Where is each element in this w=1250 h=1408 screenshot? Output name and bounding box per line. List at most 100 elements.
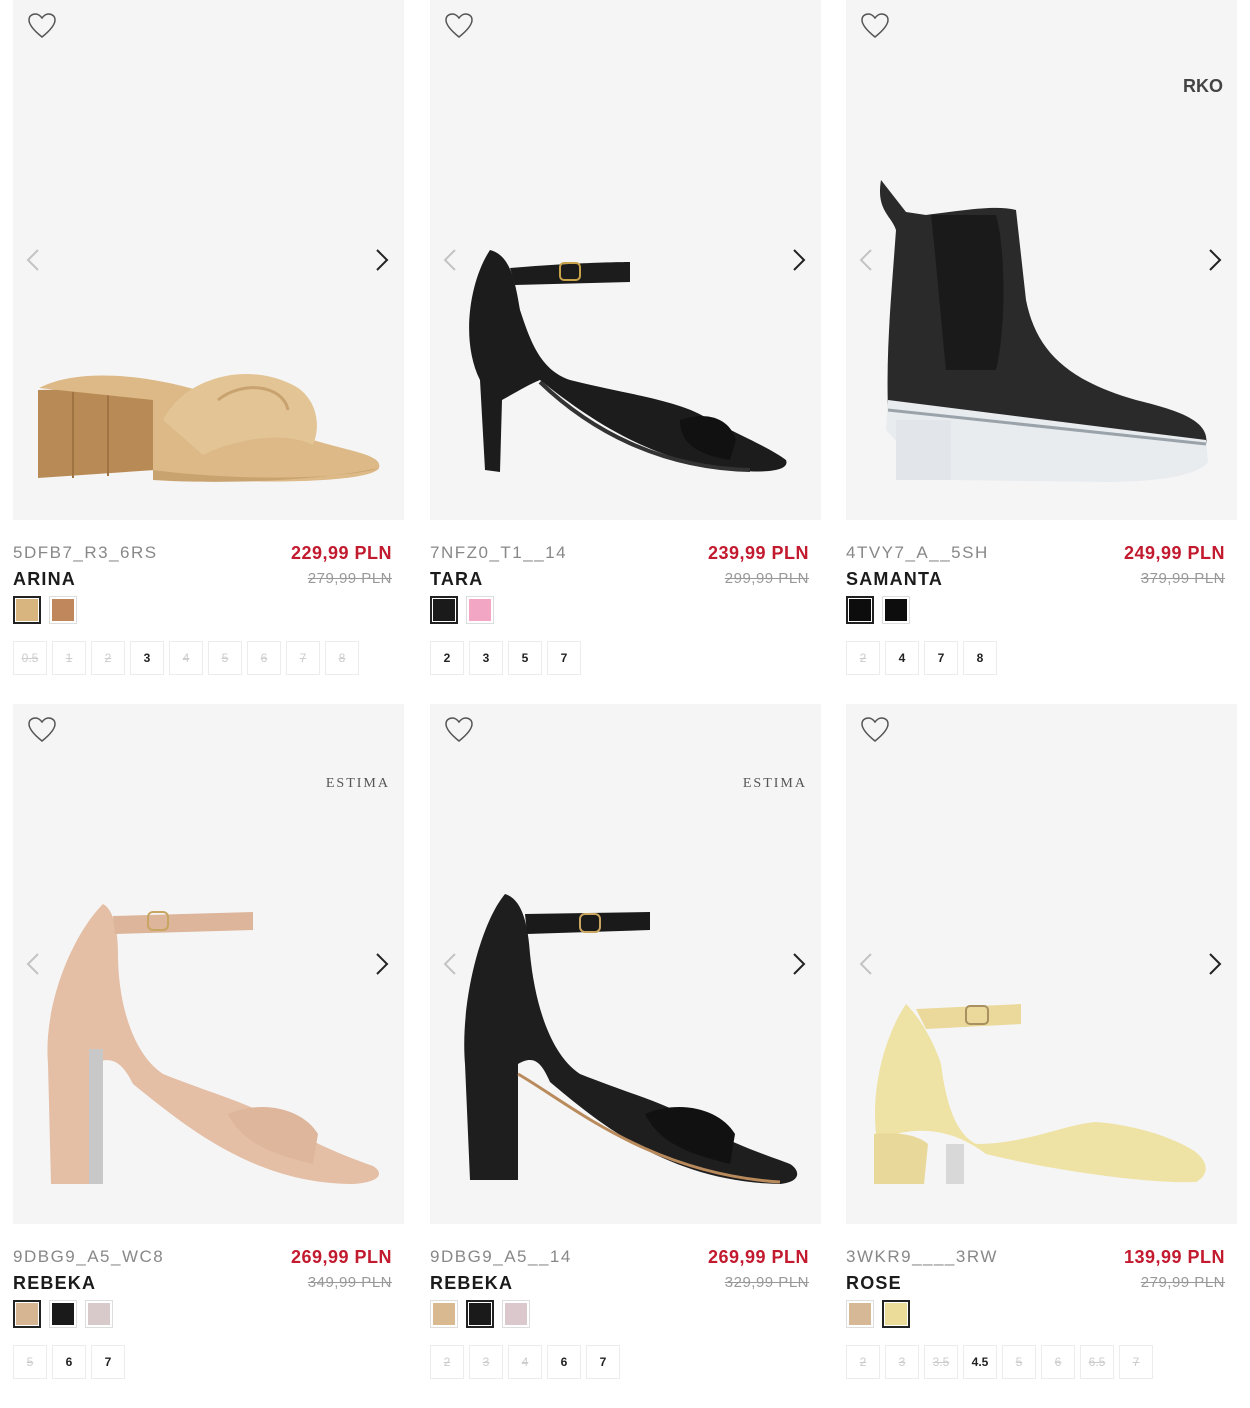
size-option[interactable]: 7 bbox=[91, 1345, 125, 1379]
size-option[interactable]: 7 bbox=[586, 1345, 620, 1379]
size-option[interactable]: 4 bbox=[508, 1345, 542, 1379]
product-card-tara[interactable]: 7NFZ0_T1__14 TARA 239,99 PLN 299,99 PLN … bbox=[430, 0, 821, 690]
carousel-prev-icon[interactable] bbox=[23, 246, 45, 274]
color-swatch[interactable] bbox=[466, 596, 494, 624]
carousel-next-icon[interactable] bbox=[370, 246, 392, 274]
carousel-next-icon[interactable] bbox=[370, 950, 392, 978]
carousel-prev-icon[interactable] bbox=[23, 950, 45, 978]
size-option[interactable]: 7 bbox=[1119, 1345, 1153, 1379]
product-image-samanta[interactable] bbox=[846, 0, 1237, 520]
size-options: 2357 bbox=[430, 641, 581, 675]
color-swatch[interactable] bbox=[466, 1300, 494, 1328]
product-code: 7NFZ0_T1__14 bbox=[430, 543, 568, 562]
size-option[interactable]: 5 bbox=[208, 641, 242, 675]
wishlist-heart-icon[interactable] bbox=[444, 12, 474, 40]
color-swatch[interactable] bbox=[430, 596, 458, 624]
size-option[interactable]: 5 bbox=[1002, 1345, 1036, 1379]
product-name[interactable]: REBEKA bbox=[13, 1273, 96, 1294]
product-image-area[interactable]: ESTIMA bbox=[430, 704, 821, 1224]
carousel-next-icon[interactable] bbox=[787, 950, 809, 978]
product-image-area[interactable] bbox=[846, 704, 1237, 1224]
size-option[interactable]: 4 bbox=[169, 641, 203, 675]
size-option[interactable]: 8 bbox=[325, 641, 359, 675]
product-code: 4TVY7_A__5SH bbox=[846, 543, 989, 562]
size-options: 2 3 3.5 4.5 5 6 6.5 7 bbox=[846, 1345, 1153, 1379]
product-card-samanta[interactable]: RKO 4TVY7_A__5SH SAMANTA 249,99 PLN 379,… bbox=[846, 0, 1237, 690]
color-swatch[interactable] bbox=[13, 596, 41, 624]
carousel-prev-icon[interactable] bbox=[856, 950, 878, 978]
color-swatch[interactable] bbox=[846, 596, 874, 624]
product-code: 3WKR9____3RW bbox=[846, 1247, 998, 1266]
size-option[interactable]: 0.5 bbox=[13, 641, 47, 675]
carousel-prev-icon[interactable] bbox=[440, 950, 462, 978]
carousel-next-icon[interactable] bbox=[787, 246, 809, 274]
carousel-prev-icon[interactable] bbox=[440, 246, 462, 274]
wishlist-heart-icon[interactable] bbox=[27, 12, 57, 40]
wishlist-heart-icon[interactable] bbox=[860, 12, 890, 40]
product-name[interactable]: ROSE bbox=[846, 1273, 902, 1294]
product-price: 249,99 PLN bbox=[1123, 543, 1225, 563]
product-price: 229,99 PLN bbox=[290, 543, 392, 563]
product-price: 269,99 PLN bbox=[290, 1247, 392, 1267]
product-image-area[interactable] bbox=[430, 0, 821, 520]
size-option[interactable]: 6 bbox=[547, 1345, 581, 1379]
product-name[interactable]: ARINA bbox=[13, 569, 76, 590]
size-option[interactable]: 3 bbox=[885, 1345, 919, 1379]
product-image-tara[interactable] bbox=[430, 0, 821, 520]
size-option[interactable]: 6 bbox=[247, 641, 281, 675]
wishlist-heart-icon[interactable] bbox=[27, 716, 57, 744]
product-name[interactable]: TARA bbox=[430, 569, 483, 590]
color-swatch[interactable] bbox=[49, 1300, 77, 1328]
color-swatch[interactable] bbox=[430, 1300, 458, 1328]
product-image-area[interactable] bbox=[13, 0, 404, 520]
carousel-next-icon[interactable] bbox=[1203, 246, 1225, 274]
size-option[interactable]: 1 bbox=[52, 641, 86, 675]
product-card-rebeka-black[interactable]: ESTIMA 9DBG9_A5__14 REBEKA 269,99 PLN 32… bbox=[430, 704, 821, 1394]
product-code: 9DBG9_A5__14 bbox=[430, 1247, 572, 1266]
product-name[interactable]: REBEKA bbox=[430, 1273, 513, 1294]
size-option[interactable]: 4.5 bbox=[963, 1345, 997, 1379]
size-option[interactable]: 6.5 bbox=[1080, 1345, 1114, 1379]
color-swatch[interactable] bbox=[846, 1300, 874, 1328]
product-card-rose[interactable]: 3WKR9____3RW ROSE 139,99 PLN 279,99 PLN … bbox=[846, 704, 1237, 1394]
size-option[interactable]: 3 bbox=[130, 641, 164, 675]
size-option[interactable]: 2 bbox=[846, 641, 880, 675]
product-name[interactable]: SAMANTA bbox=[846, 569, 943, 590]
product-image-arina[interactable] bbox=[13, 0, 404, 520]
size-option[interactable]: 5 bbox=[508, 641, 542, 675]
size-option[interactable]: 4 bbox=[885, 641, 919, 675]
carousel-next-icon[interactable] bbox=[1203, 950, 1225, 978]
color-swatch[interactable] bbox=[502, 1300, 530, 1328]
size-option[interactable]: 6 bbox=[1041, 1345, 1075, 1379]
size-option[interactable]: 3.5 bbox=[924, 1345, 958, 1379]
size-option[interactable]: 2 bbox=[430, 641, 464, 675]
color-swatch[interactable] bbox=[85, 1300, 113, 1328]
size-option[interactable]: 8 bbox=[963, 641, 997, 675]
product-image-area[interactable]: ESTIMA bbox=[13, 704, 404, 1224]
color-swatch[interactable] bbox=[882, 1300, 910, 1328]
size-option[interactable]: 7 bbox=[547, 641, 581, 675]
size-option[interactable]: 2 bbox=[846, 1345, 880, 1379]
wishlist-heart-icon[interactable] bbox=[860, 716, 890, 744]
product-price: 239,99 PLN bbox=[707, 543, 809, 563]
brand-label: ESTIMA bbox=[325, 776, 390, 791]
size-option[interactable]: 6 bbox=[52, 1345, 86, 1379]
product-card-rebeka-nude[interactable]: ESTIMA 9DBG9_A5_WC8 REBEKA 269,99 PLN 34… bbox=[13, 704, 404, 1394]
color-swatch[interactable] bbox=[882, 596, 910, 624]
size-option[interactable]: 2 bbox=[91, 641, 125, 675]
product-image-area[interactable]: RKO bbox=[846, 0, 1237, 520]
size-option[interactable]: 2 bbox=[430, 1345, 464, 1379]
size-option[interactable]: 5 bbox=[13, 1345, 47, 1379]
carousel-prev-icon[interactable] bbox=[856, 246, 878, 274]
size-option[interactable]: 7 bbox=[924, 641, 958, 675]
product-image-rose[interactable] bbox=[846, 704, 1237, 1224]
color-swatch[interactable] bbox=[49, 596, 77, 624]
size-option[interactable]: 3 bbox=[469, 1345, 503, 1379]
wishlist-heart-icon[interactable] bbox=[444, 716, 474, 744]
color-swatch[interactable] bbox=[13, 1300, 41, 1328]
color-swatches bbox=[846, 596, 910, 624]
product-old-price: 379,99 PLN bbox=[1140, 570, 1225, 587]
product-card-arina[interactable]: 5DFB7_R3_6RS ARINA 229,99 PLN 279,99 PLN… bbox=[13, 0, 404, 690]
size-option[interactable]: 3 bbox=[469, 641, 503, 675]
size-option[interactable]: 7 bbox=[286, 641, 320, 675]
